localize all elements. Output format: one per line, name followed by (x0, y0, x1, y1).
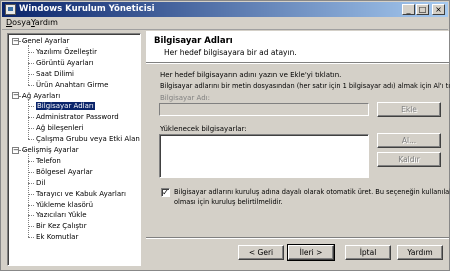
page-title: Bilgisayar Adları (154, 36, 233, 46)
import-button[interactable]: Al... (377, 133, 441, 148)
tree-expander-icon[interactable]: − (12, 146, 19, 154)
computer-name-label: Bilgisayar Adı: (160, 94, 210, 102)
tree-item-label: Bölgesel Ayarlar (36, 167, 93, 176)
tree-item[interactable]: Bölgesel Ayarlar (36, 167, 93, 177)
auto-generate-checkbox[interactable]: ✓ (161, 188, 170, 197)
tree-item-label: Bir Kez Çalıştır (36, 222, 87, 231)
computer-list[interactable] (159, 134, 369, 178)
app-icon (5, 4, 16, 15)
page-subtitle: Her hedef bilgisayara bir ad atayın. (164, 48, 297, 57)
menu-file[interactable]: Dosya (6, 18, 31, 27)
remove-button[interactable]: Kaldır (377, 152, 441, 167)
instruction-add: Her hedef bilgisayarın adını yazın ve Ek… (160, 71, 342, 79)
close-button[interactable]: × (432, 4, 445, 15)
tree-item-label: Ağ bileşenleri (36, 124, 84, 133)
tree-item-label: Administrator Password (36, 113, 119, 122)
tree-expander-icon[interactable]: − (12, 92, 19, 99)
tree-item[interactable]: Ürün Anahtarı Girme (36, 80, 108, 90)
tree-item[interactable]: Dil (36, 178, 45, 188)
tree-item-label: Telefon (36, 156, 61, 165)
page-header: Bilgisayar Adları Her hedef bilgisayara … (146, 31, 449, 62)
footer-divider (146, 237, 449, 239)
tree-item-label: Dil (36, 178, 46, 187)
tree-connector (28, 99, 29, 140)
tree-item-label: Ek Komutlar (36, 233, 79, 242)
next-button[interactable]: İleri > (287, 244, 335, 261)
tree-item[interactable]: Yazıcıları Yükle (36, 210, 87, 220)
tree-item-label: Görüntü Ayarları (36, 58, 94, 67)
tree-item-label: Yazıcıları Yükle (36, 211, 87, 220)
tree-item[interactable]: Yükleme klasörü (36, 200, 93, 210)
tree-item[interactable]: Yazılımı Özelleştir (36, 47, 97, 57)
tree-item-label: Genel Ayarlar (22, 37, 70, 45)
tree-item[interactable]: Bir Kez Çalıştır (36, 221, 87, 231)
tree-item[interactable]: Görüntü Ayarları (36, 58, 94, 68)
tree-item-label: Çalışma Grubu veya Etki Alanı (36, 135, 141, 144)
tree-item-label: Yükleme klasörü (36, 200, 94, 209)
tree-connector (28, 84, 34, 86)
auto-generate-label-line1: Bilgisayar adlarını kuruluş adına dayalı… (174, 188, 450, 196)
tree-connector (28, 237, 34, 239)
tree-item[interactable]: Saat Dilimi (36, 69, 74, 79)
tree-item-label: Bilgisayar Adları (36, 102, 95, 111)
tree-group[interactable]: Gelişmiş Ayarlar (22, 145, 79, 155)
tree-item-label: Saat Dilimi (36, 69, 74, 78)
tree-item[interactable]: Ek Komutlar (36, 232, 78, 242)
header-divider (146, 62, 449, 64)
tree-connector (28, 45, 29, 85)
tree-item[interactable]: Bilgisayar Adları (36, 101, 95, 111)
minimize-button[interactable]: _ (402, 4, 415, 15)
tree-item-label: Ürün Anahtarı Girme (36, 80, 109, 89)
tree-item[interactable]: Administrator Password (36, 112, 119, 122)
settings-tree[interactable]: − Genel Ayarlar Yazılımı Özelleştir Görüntü… (7, 33, 141, 266)
title-bar[interactable]: Windows Kurulum Yöneticisi _ □ × (2, 2, 448, 17)
tree-group[interactable]: Genel Ayarlar (22, 36, 69, 46)
maximize-button[interactable]: □ (416, 4, 429, 15)
back-button[interactable]: < Geri (238, 245, 284, 260)
cancel-button[interactable]: İptal (345, 245, 391, 260)
tree-item[interactable]: Çalışma Grubu veya Etki Alanı (36, 134, 141, 144)
tree-item-label: Ağ Ayarları (22, 91, 61, 100)
tree-expander-icon[interactable]: − (12, 37, 19, 45)
checkmark-icon: ✓ (162, 188, 169, 197)
window-title: Windows Kurulum Yöneticisi (19, 4, 155, 14)
help-button[interactable]: Yardım (397, 245, 443, 260)
auto-generate-label-line2: olması için kuruluş belirtilmelidir. (174, 198, 283, 206)
tree-item[interactable]: Telefon (36, 156, 61, 166)
wizard-window: Windows Kurulum Yöneticisi _ □ × Dosya Y… (0, 0, 450, 271)
menu-help[interactable]: Yardım (31, 18, 58, 27)
add-button[interactable]: Ekle (377, 102, 441, 117)
instruction-import: Bilgisayar adlarını bir metin dosyasında… (160, 82, 450, 90)
tree-item[interactable]: Ağ bileşenleri (36, 123, 84, 133)
tree-item[interactable]: Tarayıcı ve Kabuk Ayarları (36, 189, 126, 199)
tree-connector (28, 154, 29, 238)
tree-item-label: Tarayıcı ve Kabuk Ayarları (36, 189, 126, 198)
computer-name-input[interactable] (159, 103, 369, 116)
tree-item-label: Yazılımı Özelleştir (36, 47, 98, 56)
menu-bar: Dosya Yardım (2, 17, 448, 30)
computer-list-label: Yüklenecek bilgisayarlar: (160, 125, 247, 133)
tree-item-label: Gelişmiş Ayarlar (22, 146, 79, 154)
tree-connector (28, 139, 34, 141)
